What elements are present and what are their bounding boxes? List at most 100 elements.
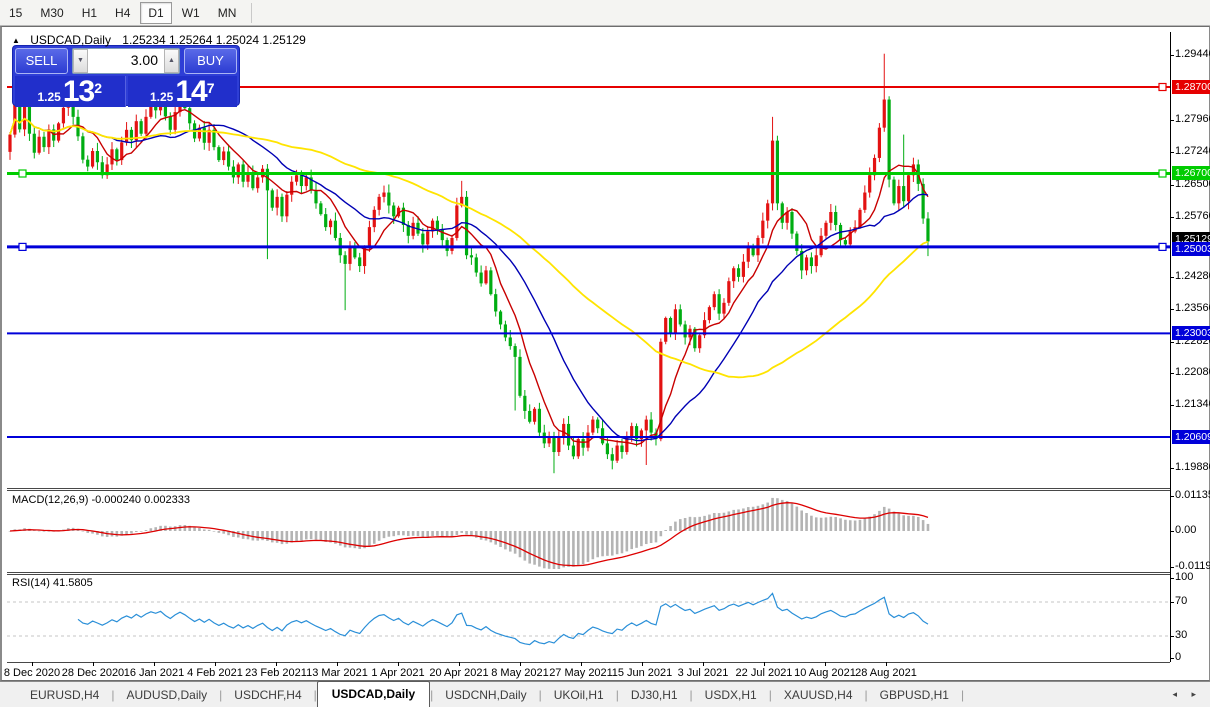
timeframe-button-mn[interactable]: MN xyxy=(210,2,245,24)
axis-tick xyxy=(1170,55,1174,56)
panel-separator xyxy=(7,490,1170,491)
time-tick xyxy=(93,662,94,666)
timeframe-button-w1[interactable]: W1 xyxy=(174,2,208,24)
collapse-panel-icon[interactable]: ▲ xyxy=(12,36,20,45)
time-tick xyxy=(337,662,338,666)
panel-separator xyxy=(7,488,1170,489)
price-badge-red: 1.28700 xyxy=(1172,80,1210,94)
price-axis-label: 1.27240 xyxy=(1175,145,1210,157)
rsi-panel-canvas[interactable] xyxy=(7,574,1170,661)
chart-tab-gbpusd[interactable]: GBPUSD,H1 xyxy=(868,684,961,707)
axis-tick xyxy=(1170,578,1174,579)
time-tick xyxy=(215,662,216,666)
spread-spinner: ▼ 3.00 ▲ xyxy=(72,48,180,74)
timeframe-button-m30[interactable]: M30 xyxy=(32,2,71,24)
axis-tick xyxy=(1170,496,1174,497)
price-axis-label: 30 xyxy=(1175,629,1188,641)
time-tick xyxy=(459,662,460,666)
price-axis-label: 1.21340 xyxy=(1175,398,1210,410)
axis-tick xyxy=(1170,531,1174,532)
axis-tick xyxy=(1170,658,1174,659)
chart-tab-eurusd[interactable]: EURUSD,H4 xyxy=(18,684,111,707)
trendline-handle[interactable] xyxy=(1158,169,1167,178)
chart-tab-usdcad[interactable]: USDCAD,Daily xyxy=(316,681,431,707)
axis-tick xyxy=(1170,309,1174,310)
spread-input[interactable]: 3.00 xyxy=(88,49,164,73)
price-axis-label: 100 xyxy=(1175,571,1194,583)
price-badge-green: 1.26700 xyxy=(1172,166,1210,180)
sell-price-display[interactable]: 1.25 13 2 xyxy=(15,76,126,107)
price-axis-label: 1.19880 xyxy=(1175,461,1210,473)
timeframe-button-h1[interactable]: H1 xyxy=(74,2,105,24)
price-axis-label: 70 xyxy=(1175,595,1188,607)
panel-separator xyxy=(7,572,1170,573)
time-tick xyxy=(520,662,521,666)
chart-ohlc-values: 1.25234 1.25264 1.25024 1.25129 xyxy=(122,33,306,47)
buy-button[interactable]: BUY xyxy=(184,48,237,74)
axis-tick xyxy=(1170,373,1174,374)
buy-price-small: 1.25 xyxy=(149,90,174,104)
buy-price-display[interactable]: 1.25 14 7 xyxy=(127,75,237,108)
tab-scroll-arrows[interactable]: ◂ ▸ xyxy=(1172,689,1210,707)
moving-average-21 xyxy=(9,117,929,442)
sell-price-big: 13 xyxy=(62,75,95,108)
macd-indicator-label: MACD(12,26,9) -0.000240 0.002333 xyxy=(12,494,190,506)
axis-tick xyxy=(1170,567,1174,568)
time-tick xyxy=(886,662,887,666)
axis-tick xyxy=(1170,405,1174,406)
chart-tab-xauusd[interactable]: XAUUSD,H4 xyxy=(772,684,865,707)
trendline-handle[interactable] xyxy=(1158,82,1167,92)
time-tick xyxy=(764,662,765,666)
rsi-indicator-label: RSI(14) 41.5805 xyxy=(12,577,93,589)
time-tick xyxy=(398,662,399,666)
spread-increase-icon[interactable]: ▲ xyxy=(164,49,179,73)
time-tick xyxy=(825,662,826,666)
axis-tick xyxy=(1170,152,1174,153)
macd-signal-line xyxy=(9,502,929,567)
chart-tab-bar: EURUSD,H4 | AUDUSD,Daily | USDCHF,H4 | USDCAD,… xyxy=(0,681,1210,707)
price-axis-label: 0.01135 xyxy=(1175,489,1210,501)
axis-tick xyxy=(1170,217,1174,218)
chart-tab-audusd[interactable]: AUDUSD,Daily xyxy=(114,684,219,707)
price-badge-blue: 1.20609 xyxy=(1172,430,1210,444)
chart-title-row: ▲ USDCAD,Daily 1.25234 1.25264 1.25024 1… xyxy=(12,33,306,47)
chart-tab-usdchf[interactable]: USDCHF,H4 xyxy=(222,684,313,707)
axis-tick xyxy=(1170,277,1174,278)
chart-tab-usdcnh[interactable]: USDCNH,Daily xyxy=(433,684,538,707)
price-axis-label: 0 xyxy=(1175,651,1182,663)
timeframe-toolbar: 15 M30 H1 H4 D1 W1 MN xyxy=(0,0,1210,26)
time-tick xyxy=(703,662,704,666)
panel-separator xyxy=(7,574,1170,575)
chart-symbol-title: USDCAD,Daily xyxy=(30,33,111,47)
time-tick xyxy=(154,662,155,666)
price-axis-label: 1.22080 xyxy=(1175,366,1210,378)
axis-tick xyxy=(1170,602,1174,603)
price-badge-blue: 1.25003 xyxy=(1172,242,1210,256)
axis-tick xyxy=(1170,342,1174,343)
axis-tick xyxy=(1170,185,1174,186)
sell-button[interactable]: SELL xyxy=(15,48,68,74)
chart-tab-usdx[interactable]: USDX,H1 xyxy=(693,684,769,707)
axis-tick xyxy=(1170,468,1174,469)
toolbar-separator xyxy=(251,2,253,23)
chart-tab-ukoil[interactable]: UKOil,H1 xyxy=(542,684,616,707)
buy-price-big: 14 xyxy=(175,75,207,108)
one-click-trading-panel: SELL ▼ 3.00 ▲ BUY 1.25 13 2 1.25 14 7 xyxy=(12,45,240,108)
axis-tick xyxy=(1170,120,1174,121)
chart-window: ▲ USDCAD,Daily 1.25234 1.25264 1.25024 1… xyxy=(0,26,1210,681)
price-axis-label: 1.27960 xyxy=(1175,113,1210,125)
timeframe-button-d1[interactable]: D1 xyxy=(140,1,172,24)
trendline-handle[interactable] xyxy=(1158,242,1167,252)
moving-average-8 xyxy=(9,108,929,446)
price-axis-label: 0.00 xyxy=(1175,524,1197,536)
timeframe-button-h4[interactable]: H4 xyxy=(107,2,138,24)
timeframe-button-15[interactable]: 15 xyxy=(1,2,30,24)
price-axis-label: 1.23560 xyxy=(1175,302,1210,314)
price-axis-label: 1.29440 xyxy=(1175,48,1210,60)
trendline-handle[interactable] xyxy=(18,169,27,178)
spread-decrease-icon[interactable]: ▼ xyxy=(73,49,88,73)
price-axis-label: 1.24280 xyxy=(1175,270,1210,282)
trendline-handle[interactable] xyxy=(18,242,27,252)
chart-tab-dj30[interactable]: DJ30,H1 xyxy=(619,684,690,707)
buy-price-pip: 7 xyxy=(206,80,215,96)
